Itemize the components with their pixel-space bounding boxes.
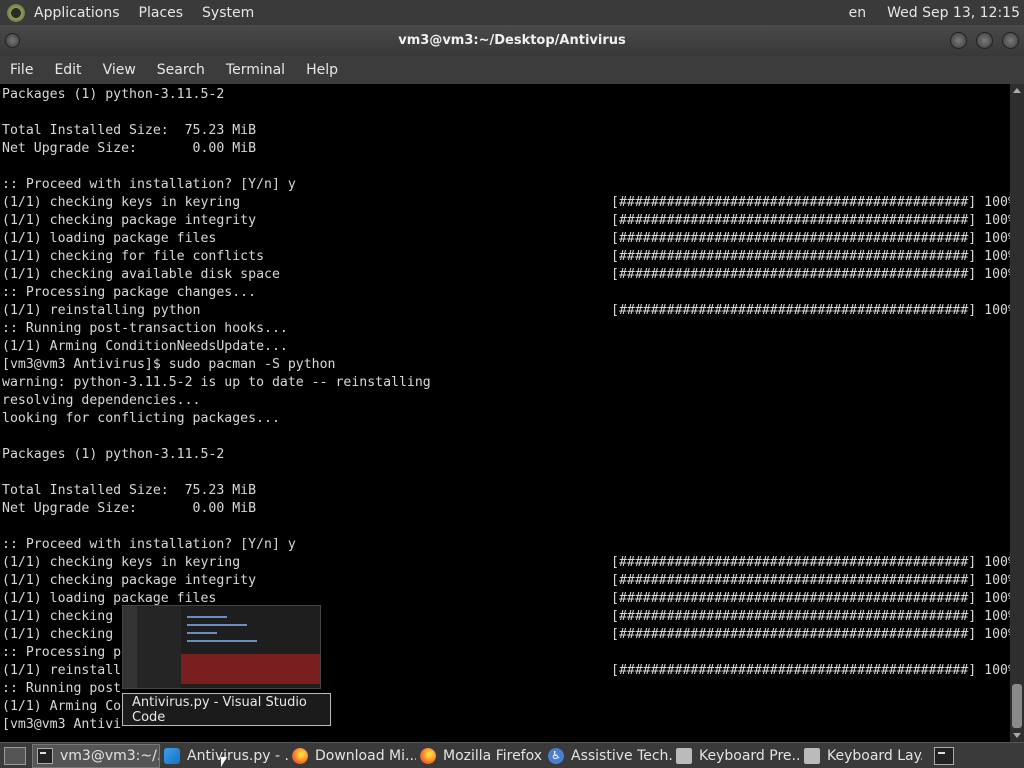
terminal-line: :: Processing p (2, 645, 122, 660)
accessibility-icon: ♿ (548, 747, 564, 764)
terminal-line: Net Upgrade Size: 0.00 MiB (2, 501, 257, 516)
terminal-scrollbar[interactable] (1010, 84, 1024, 742)
task-firefox[interactable]: Mozilla Firefox (416, 744, 544, 768)
preview-activity-bar (123, 606, 137, 688)
taskbar-tooltip: Antivirus.py - Visual Studio Code (122, 693, 331, 726)
progress-bar-text: [#######################################… (611, 267, 1010, 282)
terminal-line: :: Proceed with installation? [Y/n] y (2, 537, 296, 552)
progress-bar-text: [#######################################… (611, 195, 1010, 210)
window-title: vm3@vm3:~/Desktop/Antivirus (398, 33, 626, 48)
terminal-line: Total Installed Size: 75.23 MiB (2, 123, 257, 138)
progress-bar-text: [#######################################… (611, 609, 1010, 624)
menu-places[interactable]: Places (139, 5, 184, 21)
preview-code-line (187, 616, 227, 618)
menu-edit[interactable]: Edit (54, 62, 81, 78)
terminal-line: (1/1) Arming Co (2, 699, 122, 714)
task-label: Assistive Tech... (571, 747, 672, 764)
scroll-down-icon[interactable] (1013, 733, 1021, 738)
task-assistive-tech[interactable]: ♿ Assistive Tech... (544, 744, 672, 768)
task-keyboard-layout[interactable]: Keyboard Lay... (800, 744, 922, 768)
progress-bar-text: [#######################################… (611, 591, 1010, 606)
task-label: Download Mi... (315, 747, 416, 764)
distro-logo-icon[interactable] (7, 3, 25, 22)
terminal-line: [vm3@vm3 Antivi (2, 717, 122, 732)
menu-file[interactable]: File (10, 62, 33, 78)
terminal-line: (1/1) checking available disk space (2, 267, 280, 282)
terminal-line: (1/1) checking (2, 609, 114, 624)
scroll-up-icon[interactable] (1013, 88, 1021, 93)
terminal-line: (1/1) checking keys in keyring (2, 195, 241, 210)
progress-bar-text: [#######################################… (611, 555, 1010, 570)
top-panel: Applications Places System en Wed Sep 13… (0, 0, 1024, 25)
menu-applications[interactable]: Applications (34, 5, 120, 21)
menu-search[interactable]: Search (157, 62, 205, 78)
terminal-line: (1/1) checking (2, 627, 114, 642)
clock[interactable]: Wed Sep 13, 12:15 (887, 5, 1020, 21)
terminal-line: (1/1) checking package integrity (2, 573, 257, 588)
menu-system[interactable]: System (202, 5, 254, 21)
progress-bar-text: [#######################################… (611, 213, 1010, 228)
scrollbar-thumb[interactable] (1012, 684, 1022, 728)
task-keyboard-preferences[interactable]: Keyboard Pre... (672, 744, 800, 768)
terminal-icon (37, 747, 53, 764)
progress-bar-text: [#######################################… (611, 303, 1010, 318)
preview-code-line (187, 624, 247, 626)
terminal-line: (1/1) reinstalling python (2, 303, 201, 318)
task-download-manager[interactable]: Download Mi... (288, 744, 416, 768)
window-menu-icon[interactable] (5, 33, 20, 48)
task-label: Antivirus.py - ... (187, 747, 288, 764)
bottom-taskbar: vm3@vm3:~/... Antivirus.py - ... Downloa… (0, 742, 1024, 768)
minimize-button[interactable] (950, 32, 967, 49)
terminal-line: (1/1) checking package integrity (2, 213, 257, 228)
maximize-button[interactable] (976, 32, 993, 49)
window-preview-thumbnail[interactable] (122, 605, 321, 689)
progress-bar-text: [#######################################… (611, 663, 1010, 678)
preview-explorer-panel (137, 606, 181, 688)
terminal-line: warning: python-3.11.5-2 is up to date -… (2, 375, 431, 390)
progress-bar-text: [#######################################… (611, 249, 1010, 264)
task-terminal[interactable]: vm3@vm3:~/... (32, 743, 160, 768)
preview-code-line (187, 640, 257, 642)
terminal-line: looking for conflicting packages... (2, 411, 280, 426)
terminal-line: (1/1) checking for file conflicts (2, 249, 265, 264)
terminal-line: resolving dependencies... (2, 393, 201, 408)
task-label: Mozilla Firefox (443, 747, 543, 764)
terminal-line: :: Running post (2, 681, 122, 696)
terminal-line: (1/1) loading package files (2, 231, 217, 246)
terminal-line: :: Processing package changes... (2, 285, 257, 300)
preview-error-panel (181, 654, 320, 684)
menu-help[interactable]: Help (306, 62, 338, 78)
tray-terminal-icon[interactable] (934, 746, 954, 765)
task-label: Keyboard Lay... (827, 747, 922, 764)
preview-code-line (187, 632, 217, 634)
terminal-line: Total Installed Size: 75.23 MiB (2, 483, 257, 498)
task-label: Keyboard Pre... (699, 747, 800, 764)
terminal-line: Net Upgrade Size: 0.00 MiB (2, 141, 257, 156)
keyboard-language-indicator[interactable]: en (849, 5, 867, 21)
menu-terminal[interactable]: Terminal (226, 62, 285, 78)
terminal-line: (1/1) reinstall (2, 663, 122, 678)
close-button[interactable] (1002, 32, 1019, 49)
mouse-pointer-icon (221, 757, 227, 767)
terminal-line: :: Running post-transaction hooks... (2, 321, 288, 336)
progress-bar-text: [#######################################… (611, 231, 1010, 246)
firefox-icon (420, 747, 436, 764)
terminal-line: (1/1) checking keys in keyring (2, 555, 241, 570)
keyboard-icon (676, 747, 692, 764)
keyboard-icon (804, 747, 820, 764)
terminal-line: [vm3@vm3 Antivirus]$ sudo pacman -S pyth… (2, 357, 336, 372)
terminal-line: :: Proceed with installation? [Y/n] y (2, 177, 296, 192)
vscode-icon (164, 747, 180, 764)
progress-bar-text: [#######################################… (611, 573, 1010, 588)
show-desktop-icon[interactable] (4, 746, 26, 765)
terminal-line: Packages (1) python-3.11.5-2 (2, 447, 225, 462)
progress-bar-text: [#######################################… (611, 627, 1010, 642)
task-label: vm3@vm3:~/... (60, 747, 160, 764)
menu-view[interactable]: View (103, 62, 136, 78)
terminal-menubar: File Edit View Search Terminal Help (0, 56, 1024, 84)
terminal-line: (1/1) Arming ConditionNeedsUpdate... (2, 339, 288, 354)
window-titlebar[interactable]: vm3@vm3:~/Desktop/Antivirus (0, 25, 1024, 56)
terminal-line: Packages (1) python-3.11.5-2 (2, 87, 225, 102)
firefox-icon (292, 747, 308, 764)
